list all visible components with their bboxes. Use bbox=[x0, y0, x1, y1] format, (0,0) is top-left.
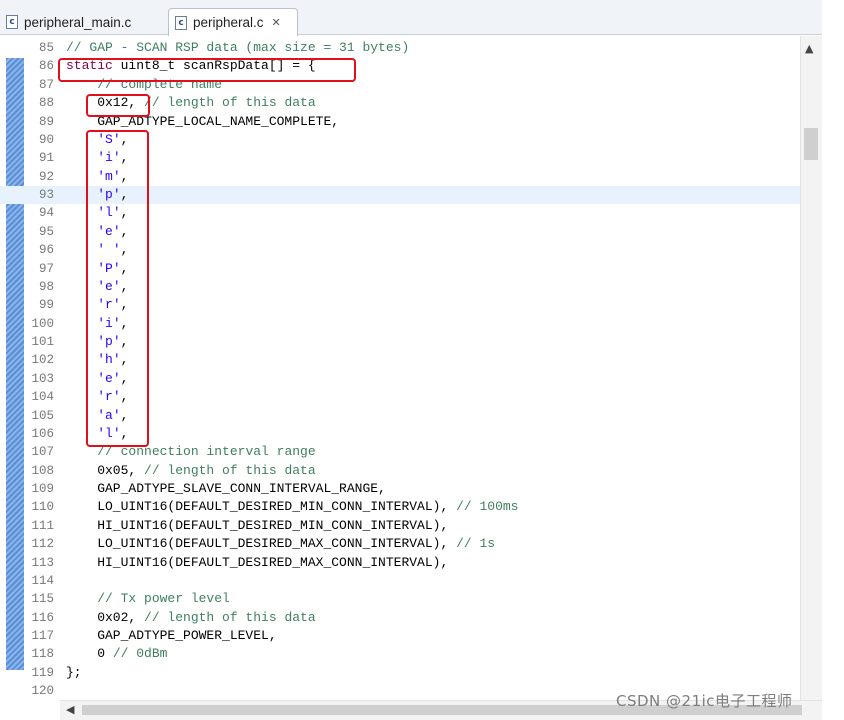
line-number: 112 bbox=[31, 537, 54, 552]
line-code: 0x05, // length of this data bbox=[66, 462, 316, 480]
line-number: 115 bbox=[31, 592, 54, 607]
code-line[interactable]: 113 HI_UINT16(DEFAULT_DESIRED_MAX_CONN_I… bbox=[0, 554, 800, 572]
code-token: 0x02, bbox=[66, 609, 145, 625]
line-number: 107 bbox=[31, 445, 54, 460]
close-icon[interactable]: ✕ bbox=[272, 16, 281, 29]
c-source-file-icon: c bbox=[6, 15, 18, 29]
line-number: 119 bbox=[31, 665, 54, 680]
line-number: 114 bbox=[31, 573, 54, 588]
line-number: 96 bbox=[38, 243, 54, 258]
line-code: 0x02, // length of this data bbox=[66, 609, 316, 627]
highlight-box-declaration bbox=[58, 58, 356, 82]
highlight-box-length bbox=[86, 94, 150, 117]
code-token: LO_UINT16(DEFAULT_DESIRED_MAX_CONN_INTER… bbox=[66, 536, 457, 552]
code-line[interactable]: 116 0x02, // length of this data bbox=[0, 609, 800, 627]
code-line[interactable]: 114 bbox=[0, 572, 800, 590]
line-number: 101 bbox=[31, 335, 54, 349]
line-number: 116 bbox=[31, 610, 54, 625]
line-number: 97 bbox=[38, 261, 54, 276]
code-token: // 0dBm bbox=[112, 646, 168, 662]
line-code: GAP_ADTYPE_POWER_LEVEL, bbox=[66, 627, 277, 645]
code-token: HI_UINT16(DEFAULT_DESIRED_MIN_CONN_INTER… bbox=[66, 517, 449, 533]
line-number: 113 bbox=[31, 555, 54, 570]
line-number: 87 bbox=[38, 77, 54, 92]
line-number: 108 bbox=[31, 463, 54, 478]
code-line[interactable]: 112 LO_UINT16(DEFAULT_DESIRED_MAX_CONN_I… bbox=[0, 535, 800, 553]
line-number: 95 bbox=[38, 224, 54, 239]
code-token: // 1s bbox=[456, 536, 496, 552]
line-number: 117 bbox=[31, 629, 54, 643]
highlight-box-name-chars bbox=[86, 130, 149, 447]
line-number: 94 bbox=[38, 206, 54, 221]
line-code: GAP_ADTYPE_SLAVE_CONN_INTERVAL_RANGE, bbox=[66, 480, 386, 498]
line-number: 104 bbox=[31, 390, 54, 405]
line-number: 85 bbox=[38, 41, 54, 55]
code-token: // length of this data bbox=[144, 95, 316, 111]
code-token: HI_UINT16(DEFAULT_DESIRED_MAX_CONN_INTER… bbox=[66, 554, 449, 570]
code-token: // GAP - SCAN RSP data (max size = 31 by… bbox=[66, 40, 410, 55]
line-code: LO_UINT16(DEFAULT_DESIRED_MAX_CONN_INTER… bbox=[66, 535, 495, 553]
line-number: 111 bbox=[31, 518, 54, 533]
line-number: 89 bbox=[38, 114, 54, 129]
code-line[interactable]: 111 HI_UINT16(DEFAULT_DESIRED_MIN_CONN_I… bbox=[0, 517, 800, 535]
code-token: // length of this data bbox=[144, 609, 316, 625]
code-line[interactable]: 110 LO_UINT16(DEFAULT_DESIRED_MIN_CONN_I… bbox=[0, 498, 800, 516]
code-token: 0x05, bbox=[66, 462, 145, 478]
code-token: // length of this data bbox=[144, 462, 316, 478]
code-token: GAP_ADTYPE_POWER_LEVEL, bbox=[66, 628, 277, 643]
line-number: 93 bbox=[38, 188, 54, 202]
code-line[interactable]: 119}; bbox=[0, 664, 800, 682]
line-number: 90 bbox=[38, 132, 54, 147]
code-line[interactable]: 108 0x05, // length of this data bbox=[0, 462, 800, 480]
line-number: 91 bbox=[38, 151, 54, 166]
tab-label: peripheral_main.c bbox=[24, 14, 132, 30]
line-number: 102 bbox=[31, 353, 54, 368]
line-code: HI_UINT16(DEFAULT_DESIRED_MIN_CONN_INTER… bbox=[66, 517, 448, 535]
line-number: 92 bbox=[38, 169, 54, 184]
editor-tab-bar: c peripheral_main.c c peripheral.c ✕ bbox=[0, 0, 844, 36]
line-number: 120 bbox=[31, 684, 54, 699]
arrow-left-icon[interactable]: ◀ bbox=[66, 703, 74, 716]
code-line[interactable]: 118 0 // 0dBm bbox=[0, 645, 800, 663]
line-number: 106 bbox=[31, 426, 54, 441]
code-line[interactable]: 109 GAP_ADTYPE_SLAVE_CONN_INTERVAL_RANGE… bbox=[0, 480, 800, 498]
line-number: 110 bbox=[31, 500, 54, 515]
code-token: 0 bbox=[66, 646, 113, 662]
code-token: }; bbox=[66, 664, 82, 680]
arrow-up-icon[interactable]: ▲ bbox=[805, 42, 813, 55]
line-number: 103 bbox=[31, 371, 54, 386]
tab-peripheral-main[interactable]: c peripheral_main.c bbox=[0, 9, 164, 35]
tab-peripheral[interactable]: c peripheral.c ✕ bbox=[168, 8, 298, 36]
vertical-scrollbar[interactable]: ▲ bbox=[800, 36, 822, 700]
line-number: 98 bbox=[38, 279, 54, 294]
line-number: 105 bbox=[31, 408, 54, 423]
vertical-scroll-thumb[interactable] bbox=[804, 128, 818, 160]
line-code: LO_UINT16(DEFAULT_DESIRED_MIN_CONN_INTER… bbox=[66, 498, 519, 516]
line-code: 0 // 0dBm bbox=[66, 645, 167, 663]
code-token: // Tx power level bbox=[97, 591, 230, 607]
code-token: // 100ms bbox=[456, 499, 519, 515]
line-code: }; bbox=[66, 664, 82, 682]
watermark: CSDN @21ic电子工程师 bbox=[616, 692, 793, 710]
code-token: LO_UINT16(DEFAULT_DESIRED_MIN_CONN_INTER… bbox=[66, 499, 457, 515]
c-source-file-icon: c bbox=[175, 15, 187, 30]
code-editor[interactable]: 85 // GAP - SCAN RSP data (max size = 31 … bbox=[0, 36, 844, 720]
line-number: 88 bbox=[38, 96, 54, 111]
code-line[interactable]: 117 GAP_ADTYPE_POWER_LEVEL, bbox=[0, 627, 800, 645]
line-code: // GAP - SCAN RSP data (max size = 31 by… bbox=[66, 39, 409, 57]
line-code: // Tx power level bbox=[66, 590, 230, 608]
line-number: 100 bbox=[31, 316, 54, 331]
tab-label: peripheral.c bbox=[193, 15, 264, 30]
code-line[interactable]: 115 // Tx power level bbox=[0, 590, 800, 608]
line-number: 86 bbox=[38, 59, 54, 74]
code-line[interactable]: 85 // GAP - SCAN RSP data (max size = 31 … bbox=[0, 39, 800, 57]
line-number: 118 bbox=[31, 647, 54, 662]
line-number: 99 bbox=[38, 298, 54, 313]
code-token: GAP_ADTYPE_SLAVE_CONN_INTERVAL_RANGE, bbox=[66, 481, 386, 496]
line-number: 109 bbox=[31, 482, 54, 496]
line-code: HI_UINT16(DEFAULT_DESIRED_MAX_CONN_INTER… bbox=[66, 554, 448, 572]
